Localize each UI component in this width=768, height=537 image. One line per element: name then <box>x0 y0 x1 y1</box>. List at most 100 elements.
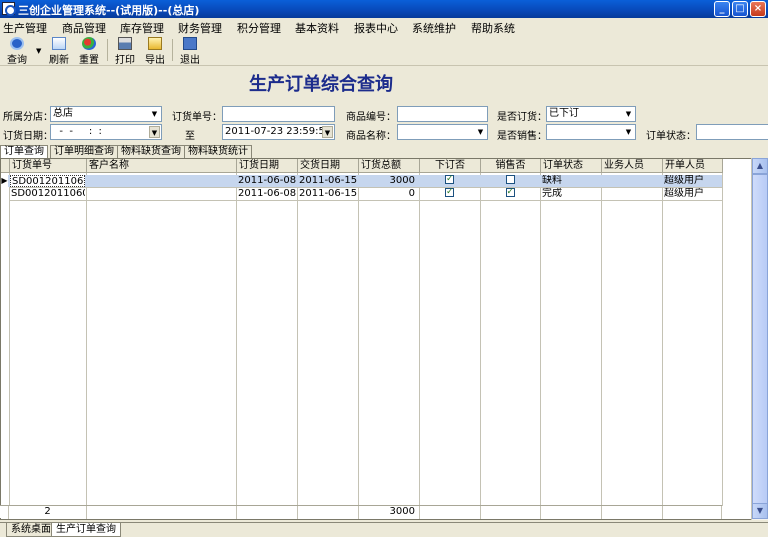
order-date-label: 订货日期： <box>3 131 53 142</box>
print-button[interactable]: 打印 <box>110 36 140 66</box>
cell-creator[interactable]: 超级用户 <box>663 188 721 200</box>
doc-tab-production-order-query[interactable]: 生产订单查询 <box>51 523 121 537</box>
cell-order-date[interactable]: 2011-06-08 16 <box>237 175 296 187</box>
order-no-label: 订货单号： <box>172 112 222 123</box>
exit-button[interactable]: 退出 <box>175 36 205 66</box>
row-pointer-icon: ▶ <box>1 176 8 185</box>
scroll-up-icon[interactable]: ▲ <box>752 158 768 174</box>
menu-maintenance[interactable]: 系统维护 <box>412 20 456 36</box>
cell-customer[interactable] <box>87 188 235 200</box>
export-button[interactable]: 导出 <box>140 36 170 66</box>
sold-select[interactable]: ▼ <box>546 124 636 140</box>
refresh-icon <box>52 37 66 50</box>
branch-select[interactable]: 总店 ▼ <box>50 106 162 122</box>
product-name-label: 商品名称： <box>346 131 396 142</box>
header-customer[interactable]: 客户名称 <box>87 159 237 173</box>
table-column <box>298 159 359 506</box>
cell-creator[interactable]: 超级用户 <box>663 175 721 187</box>
date-to-picker[interactable]: 2011-07-23 23:59:59 ▼ <box>222 124 335 140</box>
header-order-no[interactable]: 订货单号 <box>10 159 87 173</box>
header-delivery-date[interactable]: 交货日期 <box>298 159 359 173</box>
row-divider <box>9 187 722 188</box>
date-from-picker[interactable]: - - : : ▼ <box>50 124 162 140</box>
cell-status[interactable]: 缺料 <box>541 175 600 187</box>
orders-table: 订货单号 客户名称 订货日期 交货日期 订货总额 下订否 销售否 订单状态 业务… <box>0 158 768 520</box>
scroll-down-icon[interactable]: ▼ <box>752 503 768 519</box>
printer-icon <box>118 37 132 50</box>
vertical-scrollbar[interactable]: ▲ ▼ <box>751 158 768 520</box>
query-button[interactable]: 查询 <box>2 36 32 66</box>
menu-help[interactable]: 帮助系统 <box>471 20 515 36</box>
row-divider <box>9 200 722 201</box>
product-code-input[interactable] <box>397 106 488 122</box>
cell-salesperson[interactable] <box>602 175 661 187</box>
exit-icon <box>183 37 197 50</box>
cell-status[interactable]: 完成 <box>541 188 600 200</box>
cell-order-no[interactable]: SD0012011060800 1 <box>10 175 85 187</box>
maximize-button[interactable]: □ <box>732 1 748 17</box>
tab-order-detail-query[interactable]: 订单明细查询 <box>50 145 118 158</box>
scroll-thumb[interactable] <box>752 174 768 504</box>
checkbox-checked[interactable] <box>445 188 454 198</box>
tab-material-shortage-stats[interactable]: 物料缺货统计 <box>184 145 252 158</box>
cell-sold[interactable] <box>481 175 539 187</box>
table-column <box>359 159 420 506</box>
reset-button[interactable]: 重置 <box>74 36 104 66</box>
header-salesperson[interactable]: 业务人员 <box>602 159 663 173</box>
page-title: 生产订单综合查询 <box>249 74 393 95</box>
checkbox-unchecked[interactable] <box>505 175 515 184</box>
branch-label: 所属分店： <box>3 112 53 123</box>
table-column <box>663 159 723 506</box>
header-ordered[interactable]: 下订否 <box>420 159 481 173</box>
toolbar-separator <box>107 39 108 61</box>
tab-material-shortage-query[interactable]: 物料缺货查询 <box>117 145 185 158</box>
calendar-dropdown-icon: ▼ <box>322 126 333 138</box>
cell-ordered[interactable] <box>420 188 479 200</box>
menu-inventory[interactable]: 库存管理 <box>120 20 164 36</box>
product-code-label: 商品编号： <box>346 112 396 123</box>
status-input[interactable] <box>696 124 768 140</box>
refresh-button[interactable]: 刷新 <box>44 36 74 66</box>
cell-order-total[interactable]: 3000 <box>359 175 418 187</box>
cell-order-no[interactable]: SD0012011060800 2 <box>10 188 85 200</box>
menu-points[interactable]: 积分管理 <box>237 20 281 36</box>
cell-delivery-date[interactable]: 2011-06-15 16 <box>298 175 357 187</box>
ordered-select[interactable]: 已下订 ▼ <box>546 106 636 122</box>
header-status[interactable]: 订单状态 <box>541 159 602 173</box>
order-no-input[interactable] <box>222 106 335 122</box>
close-button[interactable]: × <box>750 1 766 17</box>
menu-products[interactable]: 商品管理 <box>62 20 106 36</box>
menu-basic-data[interactable]: 基本资料 <box>295 20 339 36</box>
menu-reports[interactable]: 报表中心 <box>354 20 398 36</box>
cell-delivery-date[interactable]: 2011-06-15 20 <box>298 188 357 200</box>
cell-salesperson[interactable] <box>602 188 661 200</box>
query-icon <box>10 37 24 50</box>
query-dropdown-arrow-icon[interactable]: ▼ <box>36 47 41 55</box>
table-column <box>237 159 298 506</box>
header-order-date[interactable]: 订货日期 <box>237 159 298 173</box>
summary-count: 2 <box>44 506 51 517</box>
table-column <box>481 159 541 506</box>
row-indicator-header <box>1 159 10 173</box>
product-name-select[interactable]: ▼ <box>397 124 488 140</box>
header-sold[interactable]: 销售否 <box>481 159 541 173</box>
cell-sold[interactable] <box>481 188 539 200</box>
doc-tab-desktop[interactable]: 系统桌面 <box>6 523 56 537</box>
cell-order-date[interactable]: 2011-06-08 20 <box>237 188 296 200</box>
header-order-total[interactable]: 订货总额 <box>359 159 420 173</box>
calendar-dropdown-icon: ▼ <box>149 126 160 138</box>
cell-order-total[interactable]: 0 <box>359 188 418 200</box>
cell-ordered[interactable] <box>420 175 479 187</box>
menu-finance[interactable]: 财务管理 <box>178 20 222 36</box>
checkbox-checked[interactable] <box>505 188 515 198</box>
chevron-down-icon: ▼ <box>625 110 632 118</box>
checkbox-checked[interactable] <box>445 175 454 185</box>
title-bar: 三创企业管理系统--(试用版)--(总店) _ □ × <box>0 0 768 18</box>
header-creator[interactable]: 开单人员 <box>663 159 723 173</box>
cell-customer[interactable] <box>87 175 235 187</box>
minimize-button[interactable]: _ <box>714 1 730 17</box>
tab-order-query[interactable]: 订单查询 <box>0 145 48 159</box>
sold-label: 是否销售： <box>497 131 547 142</box>
table-column <box>541 159 602 506</box>
menu-production[interactable]: 生产管理 <box>3 20 47 36</box>
